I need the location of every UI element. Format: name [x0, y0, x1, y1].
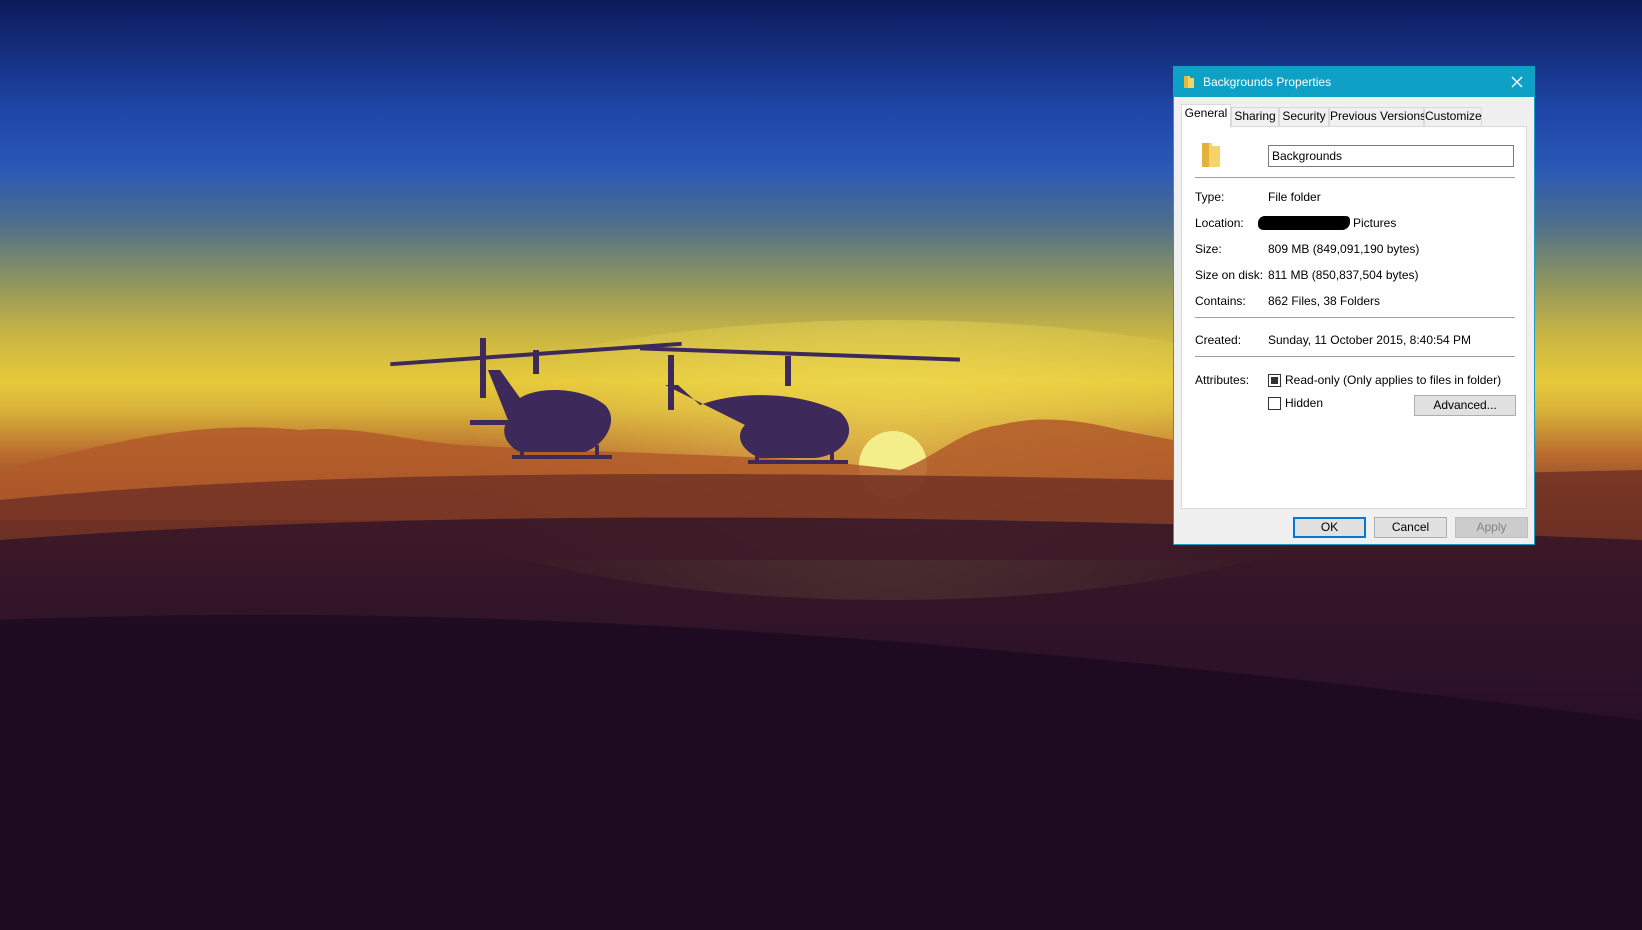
cancel-button[interactable]: Cancel — [1374, 517, 1447, 538]
location-value: Pictures — [1353, 216, 1397, 230]
folder-icon — [1202, 143, 1220, 167]
folder-name-input[interactable] — [1268, 145, 1514, 167]
attributes-label: Attributes: — [1195, 373, 1250, 387]
tab-security[interactable]: Security — [1279, 107, 1329, 126]
separator — [1195, 356, 1515, 357]
tab-general[interactable]: General — [1181, 104, 1231, 128]
tab-sharing[interactable]: Sharing — [1231, 107, 1279, 126]
separator — [1195, 177, 1515, 178]
hidden-checkbox[interactable] — [1268, 397, 1281, 410]
separator — [1195, 317, 1515, 318]
created-label: Created: — [1195, 333, 1242, 347]
general-tab-panel: Type: File folder Location: Pictures Siz… — [1181, 126, 1527, 509]
ok-button[interactable]: OK — [1293, 517, 1366, 538]
hidden-label[interactable]: Hidden — [1285, 396, 1323, 410]
readonly-checkbox[interactable] — [1268, 374, 1281, 387]
close-icon — [1511, 76, 1523, 88]
type-value: File folder — [1268, 190, 1321, 204]
location-label: Location: — [1195, 216, 1244, 230]
type-label: Type: — [1195, 190, 1225, 204]
redacted-location-path — [1258, 216, 1350, 230]
folder-icon — [1184, 76, 1194, 88]
properties-dialog: Backgrounds Properties General Sharing S… — [1173, 66, 1535, 545]
apply-button[interactable]: Apply — [1455, 517, 1528, 538]
contains-value: 862 Files, 38 Folders — [1268, 294, 1381, 308]
advanced-button[interactable]: Advanced... — [1414, 395, 1516, 416]
created-value: Sunday, 11 October 2015, 8:40:54 PM — [1268, 333, 1472, 347]
dialog-title: Backgrounds Properties — [1203, 75, 1332, 89]
close-button[interactable] — [1500, 67, 1534, 97]
contains-label: Contains: — [1195, 294, 1246, 308]
size-on-disk-label: Size on disk: — [1195, 268, 1264, 282]
tab-previous-versions[interactable]: Previous Versions — [1329, 107, 1426, 126]
size-label: Size: — [1195, 242, 1222, 256]
size-value: 809 MB (849,091,190 bytes) — [1268, 242, 1420, 256]
size-on-disk-value: 811 MB (850,837,504 bytes) — [1268, 268, 1419, 282]
tab-customize[interactable]: Customize — [1424, 107, 1482, 126]
dialog-titlebar[interactable]: Backgrounds Properties — [1174, 67, 1534, 97]
readonly-label[interactable]: Read-only (Only applies to files in fold… — [1285, 373, 1501, 387]
